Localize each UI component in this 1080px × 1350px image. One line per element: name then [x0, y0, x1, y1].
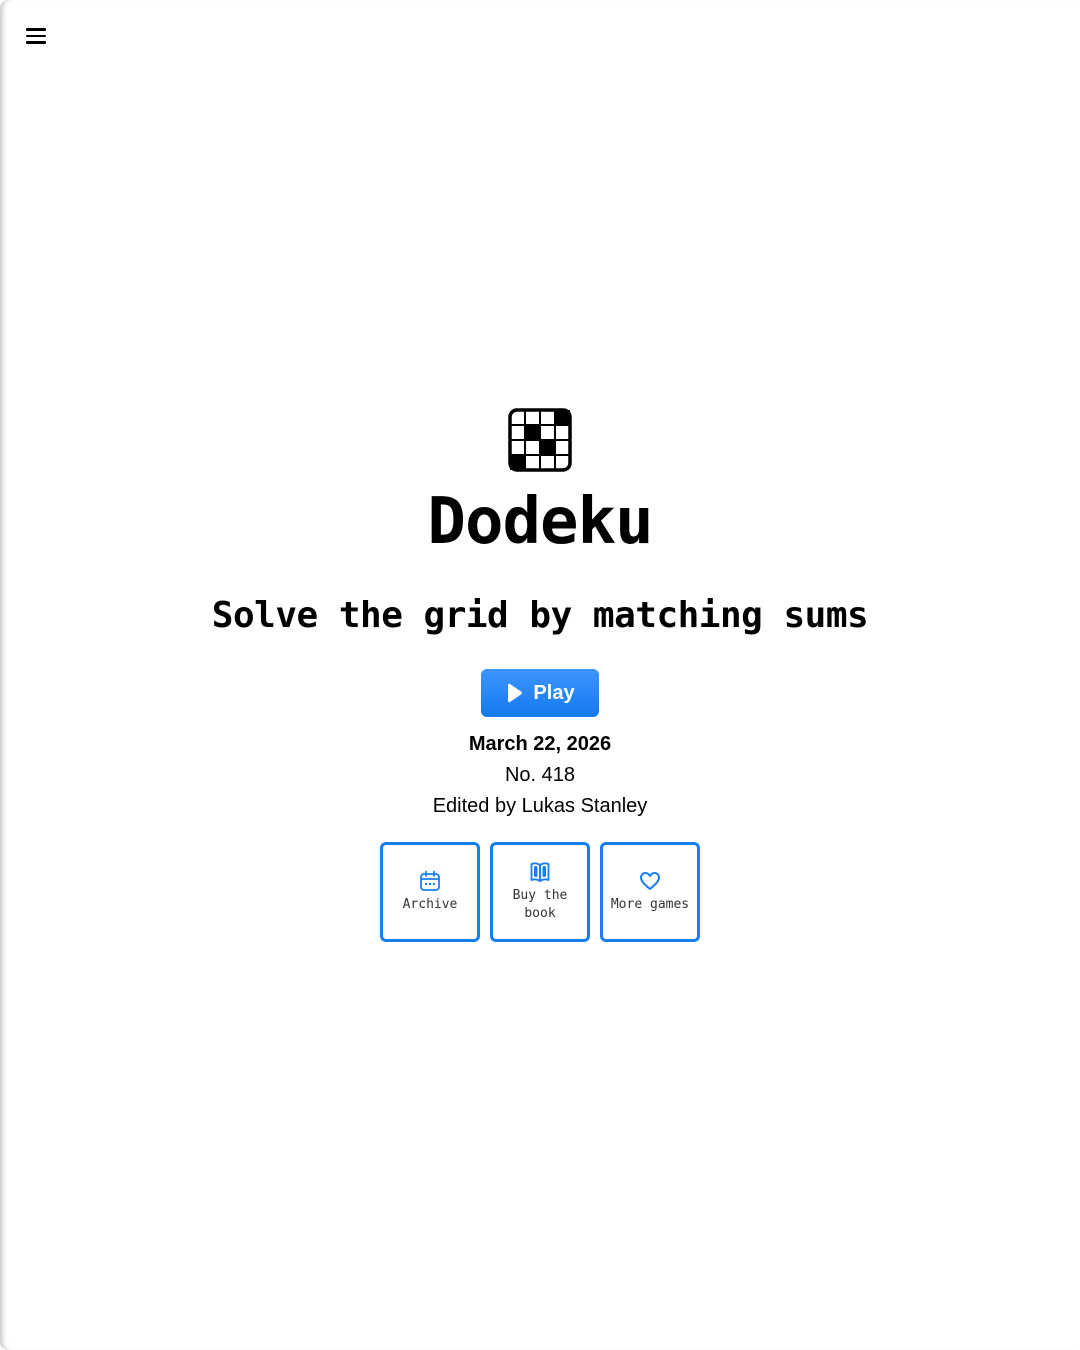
- calendar-icon: [420, 870, 440, 891]
- archive-label: Archive: [402, 897, 458, 912]
- more-games-label: More games: [610, 897, 690, 912]
- more-games-button[interactable]: More games: [600, 842, 700, 942]
- buy-book-label: Buy the book: [512, 888, 568, 921]
- book-icon: [530, 862, 550, 882]
- buy-book-button[interactable]: Buy the book: [490, 842, 590, 942]
- grid-puzzle-icon: [508, 408, 572, 472]
- play-icon: [508, 683, 523, 703]
- hamburger-menu-icon[interactable]: [22, 24, 50, 48]
- archive-button[interactable]: Archive: [380, 842, 480, 942]
- action-tiles: Archive Buy the book More games: [380, 842, 700, 942]
- menu-line: [26, 41, 46, 44]
- menu-line: [26, 28, 46, 31]
- menu-line: [26, 34, 46, 38]
- puzzle-editor: Edited by Lukas Stanley: [432, 795, 648, 817]
- heart-icon: [640, 872, 660, 890]
- play-button-label: Play: [533, 681, 575, 704]
- page-subtitle: Solve the grid by matching sums: [211, 595, 869, 636]
- page-title: Dodeku: [427, 485, 653, 559]
- puzzle-date: March 22, 2026: [468, 733, 612, 755]
- puzzle-number: No. 418: [504, 764, 576, 786]
- play-button[interactable]: Play: [481, 669, 599, 717]
